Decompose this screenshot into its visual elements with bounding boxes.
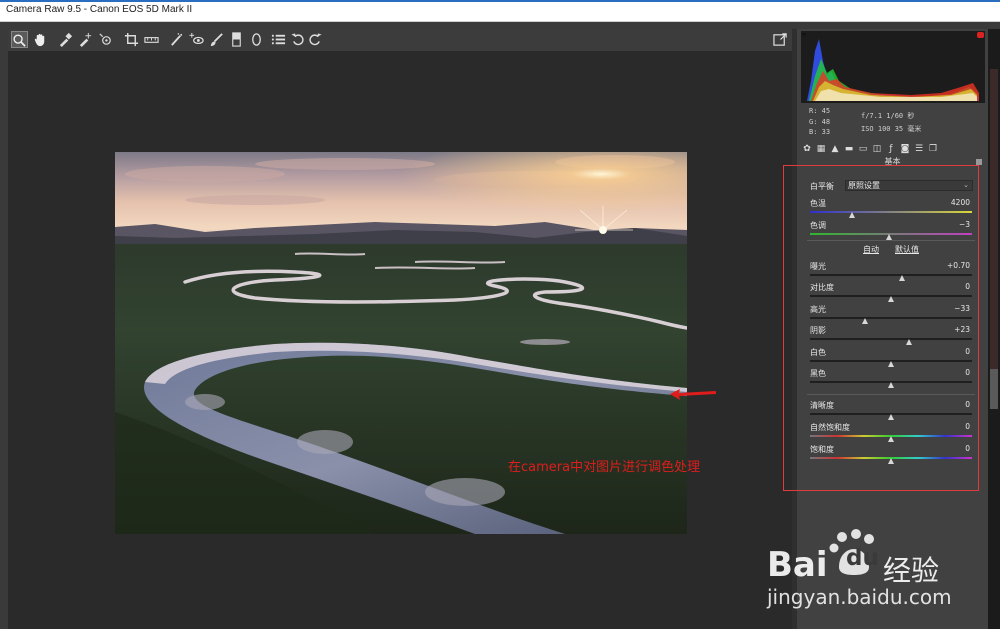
snapshots-tab-icon[interactable]: ❐: [927, 143, 939, 155]
eyedropper-icon: [59, 32, 73, 47]
title-bar: Camera Raw 9.5 - Canon EOS 5D Mark II: [0, 0, 1000, 22]
pixel-readout: R: 45 G: 48 B: 33 f/7.1 1/60 秒 ISO 100 3…: [801, 105, 985, 141]
annotation-text: 在camera中对图片进行调色处理: [508, 460, 701, 475]
hsl-tab-icon[interactable]: ▬: [843, 143, 855, 155]
histogram: [801, 31, 985, 103]
rotate-right-icon: [309, 33, 322, 46]
toolbar: [8, 29, 792, 51]
lens-corrections-tab-icon[interactable]: ◫: [871, 143, 883, 155]
panel-tabs: ✿ ▦ ▲ ▬ ▭ ◫ ƒ ◙ ☰ ❐: [799, 142, 985, 158]
detail-tab-icon[interactable]: ▲: [829, 143, 841, 155]
highlight-box: [783, 165, 979, 491]
color-sampler-tool-button[interactable]: [77, 31, 94, 48]
right-edge-strip: [988, 29, 1000, 629]
watermark-brand-b: du: [846, 545, 879, 571]
hand-tool-button[interactable]: [32, 31, 49, 48]
red-value: R: 45: [809, 107, 831, 115]
red-eye-tool-button[interactable]: [188, 31, 205, 48]
targeted-adjustment-tool-button[interactable]: [97, 31, 114, 48]
effects-tab-icon[interactable]: ƒ: [885, 143, 897, 155]
split-toning-tab-icon[interactable]: ▭: [857, 143, 869, 155]
rotate-left-icon: [291, 33, 304, 46]
zoom-tool-button[interactable]: [11, 31, 28, 48]
zoom-icon: [13, 34, 26, 47]
green-value: G: 48: [809, 117, 831, 126]
spot-removal-icon: [171, 33, 183, 46]
graduated-filter-tool-button[interactable]: [228, 31, 245, 48]
watermark-brand-cn: 经验: [883, 554, 940, 587]
baidu-jingyan-watermark: Bai du 经验 jingyan.baidu.com: [765, 525, 985, 615]
basic-tab-icon[interactable]: ✿: [801, 143, 813, 155]
title-bar-accent: [0, 0, 1000, 2]
window-title: Camera Raw 9.5 - Canon EOS 5D Mark II: [6, 4, 193, 15]
preferences-tool-button[interactable]: [270, 31, 287, 48]
adjustment-brush-tool-button[interactable]: [208, 31, 225, 48]
crop-icon: [124, 32, 139, 47]
graduated-filter-icon: [232, 32, 241, 47]
hand-icon: [34, 33, 45, 47]
watermark-brand-a: Bai: [767, 545, 828, 585]
brush-icon: [210, 33, 223, 47]
straighten-tool-button[interactable]: [143, 31, 160, 48]
fullscreen-icon: [773, 33, 787, 46]
tone-curve-tab-icon[interactable]: ▦: [815, 143, 827, 155]
white-balance-tool-button[interactable]: [57, 31, 74, 48]
straighten-icon: [144, 37, 159, 43]
presets-tab-icon[interactable]: ☰: [913, 143, 925, 155]
radial-filter-icon: [252, 33, 261, 46]
spot-removal-tool-button[interactable]: [168, 31, 185, 48]
crop-tool-button[interactable]: [123, 31, 140, 48]
aperture-shutter: f/7.1 1/60 秒: [861, 112, 915, 120]
color-sampler-icon: [79, 32, 92, 47]
watermark-url: jingyan.baidu.com: [767, 585, 952, 609]
blue-value: B: 33: [809, 128, 831, 136]
list-icon: [271, 34, 286, 45]
camera-raw-window: Camera Raw 9.5 - Canon EOS 5D Mark II 在c…: [0, 0, 1000, 629]
fullscreen-button[interactable]: [772, 31, 789, 48]
red-eye-icon: [189, 32, 204, 45]
iso-focal-length: ISO 100 35 毫米: [861, 125, 922, 133]
target-adjust-icon: [99, 33, 111, 45]
rotate-right-tool-button[interactable]: [306, 31, 323, 48]
annotation-arrow-icon: [670, 389, 716, 400]
camera-calibration-tab-icon[interactable]: ◙: [899, 143, 911, 155]
rotate-left-tool-button[interactable]: [290, 31, 307, 48]
landscape-photo[interactable]: [115, 152, 687, 534]
radial-filter-tool-button[interactable]: [248, 31, 265, 48]
